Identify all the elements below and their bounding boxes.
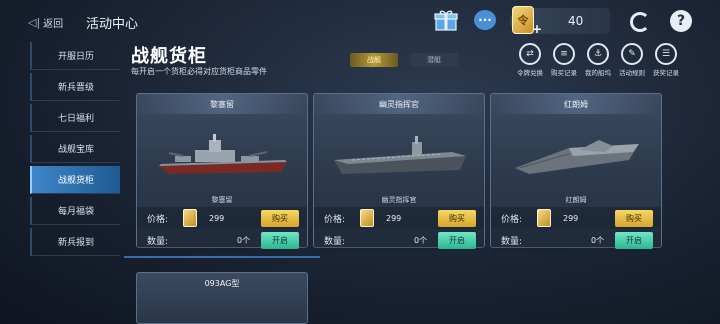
sidebar-item-monthly-bag[interactable]: 每月福袋 [30, 197, 120, 225]
sidebar-item-server-calendar[interactable]: 开服日历 [30, 42, 120, 70]
sidebar-item-seven-day-welfare[interactable]: 七日福利 [30, 104, 120, 132]
tab-submarine[interactable]: 潜艇 [410, 53, 458, 67]
quantity-label: 数量: [324, 236, 346, 247]
quantity-label: 数量: [147, 236, 169, 247]
add-currency-icon[interactable]: + [532, 22, 542, 36]
back-arrow-icon: ◁| [28, 16, 41, 29]
price-row: 价格: 299 购买 [491, 207, 661, 229]
token-icon [537, 209, 551, 227]
price-label: 价格: [147, 214, 169, 225]
open-button[interactable]: 开启 [615, 231, 653, 249]
currency-display[interactable]: 令 + 40 [510, 6, 610, 36]
gift-icon[interactable] [434, 9, 458, 31]
container-card[interactable]: 红朗姆 红朗姆 价格: 299 购买 数量: 0个 开启 [490, 93, 662, 251]
tool-rules-label: 活动规则 [619, 69, 645, 77]
tool-bar: ⇄ 令牌兑换 ≡ 购买记录 ⚓ 我的船坞 ✎ 活动规则 ☰ 获奖记录 [516, 43, 680, 77]
award-record-icon: ☰ [655, 43, 677, 65]
card-subtitle: 红朗姆 [565, 196, 587, 204]
dock-icon: ⚓ [587, 43, 609, 65]
sidebar-item-recruit-promotion[interactable]: 新兵晋级 [30, 73, 120, 101]
purchase-record-icon: ≡ [553, 43, 575, 65]
token-icon: 令 [512, 6, 534, 34]
tool-my-dock-label: 我的船坞 [585, 69, 611, 77]
container-card[interactable]: 093AG型 [136, 272, 308, 324]
open-button[interactable]: 开启 [261, 231, 299, 249]
top-bar: ◁| 返回 活动中心 ··· 令 + 40 ? [0, 0, 720, 42]
quantity-row: 数量: 0个 开启 [137, 229, 307, 251]
section-subheading: 每开启一个货柜必得对应货柜商品零件 [131, 67, 267, 76]
page-title: 活动中心 [86, 17, 139, 32]
help-icon[interactable]: ? [670, 10, 692, 32]
card-subtitle: 幽灵指挥官 [381, 196, 417, 204]
sidebar-item-warship-container[interactable]: 战舰货柜 [30, 166, 120, 194]
card-title: 黎塞留 [137, 94, 307, 114]
price-value: 299 [209, 213, 225, 223]
token-icon [183, 209, 197, 227]
sidebar-item-warship-treasury[interactable]: 战舰宝库 [30, 135, 120, 163]
token-icon [360, 209, 374, 227]
tool-purchase-record-label: 购买记录 [551, 69, 577, 77]
container-card[interactable]: 幽灵指挥官 幽灵指挥官 价格: 299 购买 数量: 0个 开启 [313, 93, 485, 251]
chat-icon[interactable]: ··· [474, 10, 496, 30]
tool-my-dock[interactable]: ⚓ 我的船坞 [584, 43, 612, 77]
quantity-row: 数量: 0个 开启 [491, 229, 661, 251]
price-value: 299 [563, 213, 579, 223]
currency-value: 40 [568, 14, 584, 28]
rules-icon: ✎ [621, 43, 643, 65]
buy-button[interactable]: 购买 [438, 209, 476, 227]
stealth-ship-image [515, 140, 639, 174]
tool-award-record[interactable]: ☰ 获奖记录 [652, 43, 680, 77]
price-row: 价格: 299 购买 [137, 207, 307, 229]
buy-button[interactable]: 购买 [261, 209, 299, 227]
price-value: 299 [386, 213, 402, 223]
exchange-icon: ⇄ [519, 43, 541, 65]
quantity-row: 数量: 0个 开启 [314, 229, 484, 251]
container-card[interactable]: 黎塞留 黎塞留 价格: 299 购买 数量: 0个 开启 [136, 93, 308, 251]
tool-purchase-record[interactable]: ≡ 购买记录 [550, 43, 578, 77]
card-frame-divider [124, 256, 320, 266]
tool-exchange-label: 令牌兑换 [517, 69, 543, 77]
price-row: 价格: 299 购买 [314, 207, 484, 229]
tool-exchange[interactable]: ⇄ 令牌兑换 [516, 43, 544, 77]
battleship-image [159, 134, 287, 174]
back-label: 返回 [43, 19, 64, 30]
back-button[interactable]: ◁| 返回 [28, 15, 63, 30]
quantity-label: 数量: [501, 236, 523, 247]
tab-warship[interactable]: 战舰 [350, 53, 398, 67]
tool-award-record-label: 获奖记录 [653, 69, 679, 77]
section-heading: 战舰货柜 [131, 46, 207, 67]
card-title: 幽灵指挥官 [314, 94, 484, 114]
price-label: 价格: [324, 214, 346, 225]
card-subtitle: 黎塞留 [211, 196, 233, 204]
price-label: 价格: [501, 214, 523, 225]
open-button[interactable]: 开启 [438, 231, 476, 249]
tool-rules[interactable]: ✎ 活动规则 [618, 43, 646, 77]
card-title: 红朗姆 [491, 94, 661, 114]
sidebar: 开服日历 新兵晋级 七日福利 战舰宝库 战舰货柜 每月福袋 新兵报到 [30, 42, 120, 324]
buy-button[interactable]: 购买 [615, 209, 653, 227]
sidebar-item-recruit-checkin[interactable]: 新兵报到 [30, 228, 120, 256]
carrier-image [334, 136, 466, 174]
card-title: 093AG型 [204, 278, 240, 288]
refresh-icon[interactable] [630, 12, 650, 32]
